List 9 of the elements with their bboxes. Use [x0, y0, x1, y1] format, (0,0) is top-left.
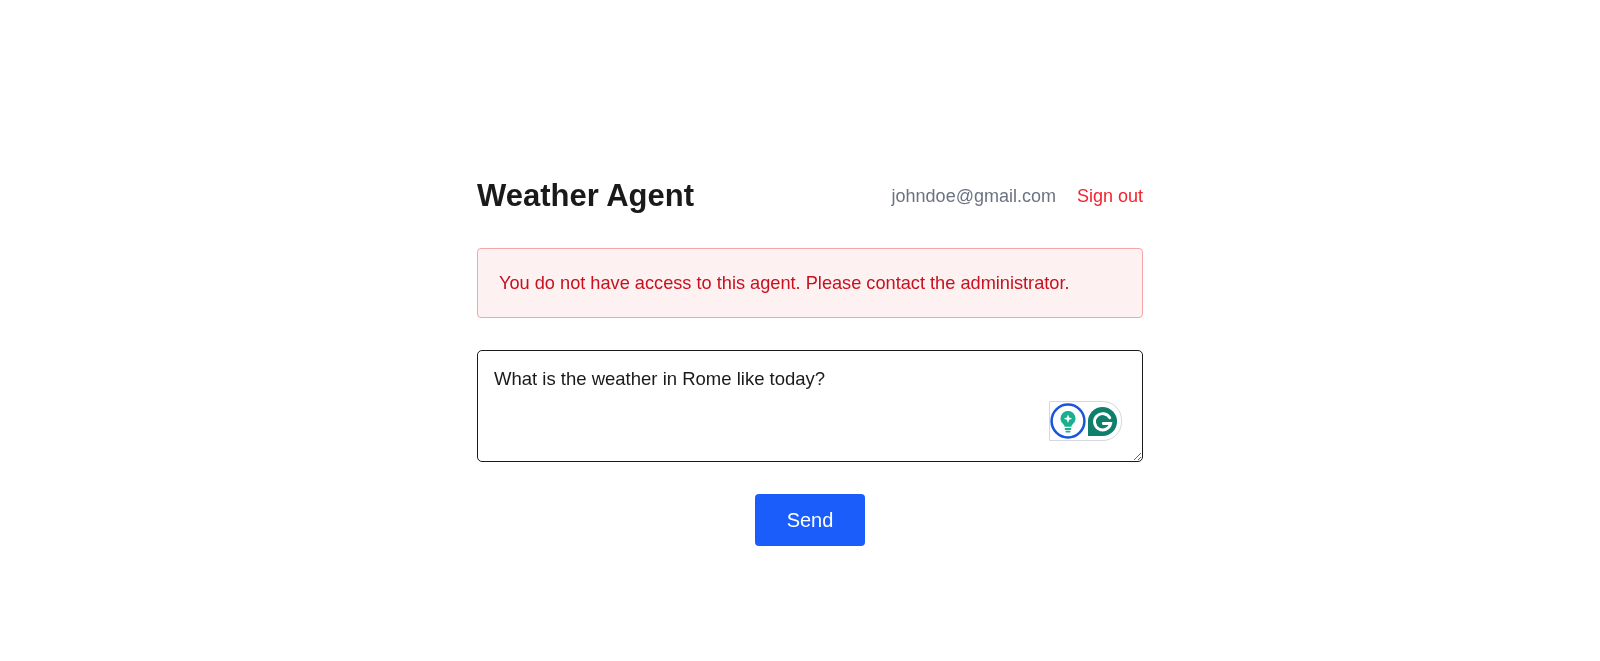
- g-badge-icon[interactable]: [1087, 405, 1118, 437]
- extension-widget[interactable]: [1049, 401, 1122, 441]
- lightbulb-icon[interactable]: [1050, 403, 1086, 439]
- prompt-field[interactable]: What is the weather in Rome like today?: [477, 350, 1143, 462]
- user-email: johndoe@gmail.com: [891, 185, 1056, 207]
- alert-message: You do not have access to this agent. Please contact the administrator.: [499, 272, 1070, 294]
- sign-out-link[interactable]: Sign out: [1076, 185, 1143, 207]
- send-button[interactable]: Send: [755, 494, 865, 546]
- app-title: Weather Agent: [477, 178, 695, 214]
